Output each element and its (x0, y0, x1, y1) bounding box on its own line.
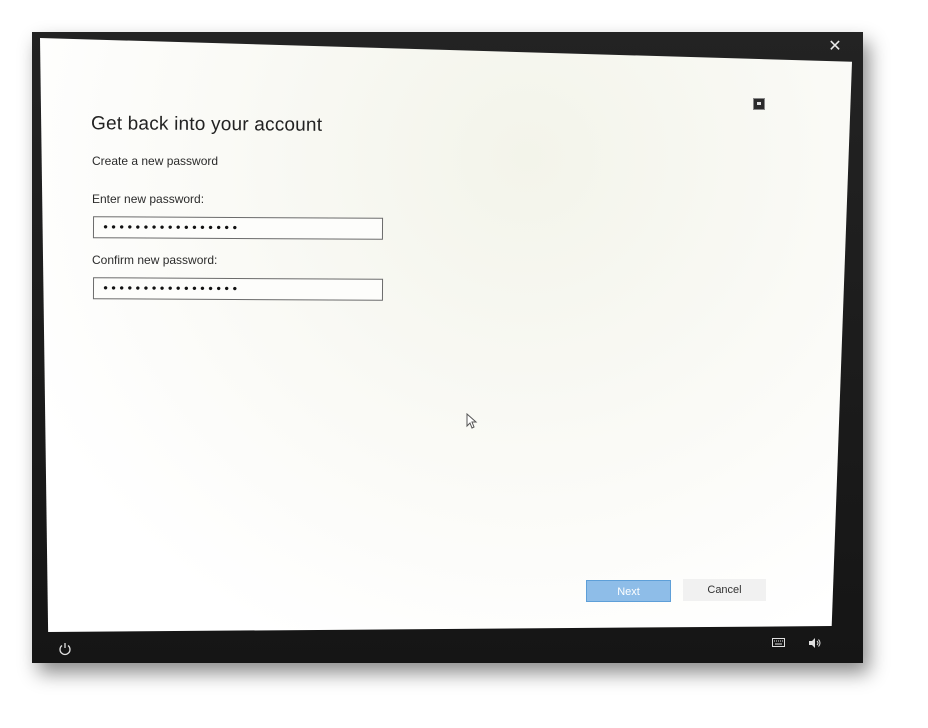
cancel-button[interactable]: Cancel (683, 579, 766, 601)
volume-icon[interactable] (808, 637, 822, 649)
keyboard-icon[interactable] (772, 638, 785, 647)
confirm-password-field[interactable]: ••••••••••••••••• (92, 277, 384, 301)
next-button[interactable]: Next (586, 580, 671, 602)
page-title: Get back into your account (90, 113, 323, 136)
accessibility-icon[interactable] (753, 98, 765, 110)
close-icon[interactable]: ✕ (826, 38, 844, 56)
power-icon[interactable] (58, 642, 72, 656)
confirm-password-label: Confirm new password: (92, 253, 218, 267)
new-password-label: Enter new password: (92, 192, 205, 206)
page-subtitle: Create a new password (92, 154, 219, 168)
new-password-field[interactable]: ••••••••••••••••• (92, 216, 384, 240)
mouse-pointer-icon (466, 413, 478, 429)
